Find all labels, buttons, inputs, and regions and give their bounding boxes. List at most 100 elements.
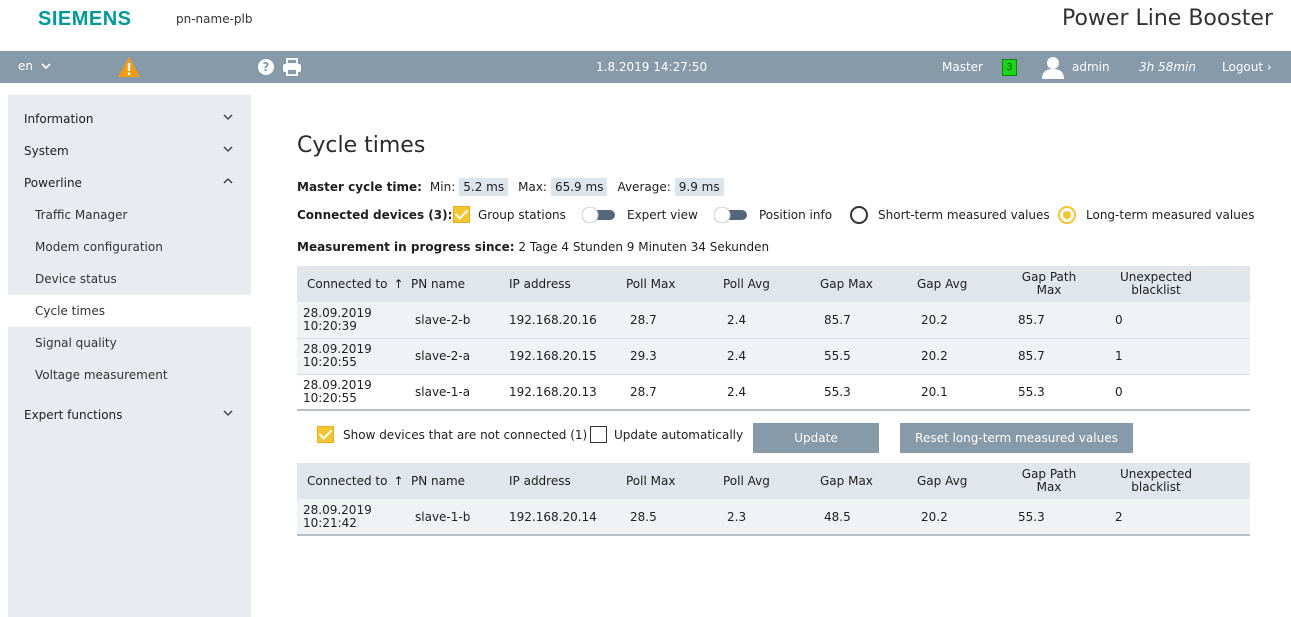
short-term-radio[interactable] [850, 206, 868, 224]
sidebar-item-label: Signal quality [35, 336, 117, 350]
position-info-label: Position info [759, 208, 833, 222]
col-gap-path-max[interactable]: Gap Path Max [1014, 266, 1111, 302]
average-value: 9.9 ms [674, 178, 724, 196]
sidebar-item-traffic-manager[interactable]: Traffic Manager [8, 199, 251, 231]
update-automatically-checkbox[interactable] [590, 426, 607, 443]
user-icon [1040, 55, 1066, 79]
col-gap-avg[interactable]: Gap Avg [917, 266, 1014, 302]
printer-icon[interactable] [282, 58, 302, 76]
sidebar-item-label: Modem configuration [35, 240, 163, 254]
col-connected-to[interactable]: Connected to ↑ [297, 266, 411, 302]
sidebar-item-voltage-measurement[interactable]: Voltage measurement [8, 359, 251, 391]
master-badge: 3 [1002, 59, 1017, 76]
sidebar-item-device-status[interactable]: Device status [8, 263, 251, 295]
col-unexpected-blacklist[interactable]: Unexpected blacklist [1111, 463, 1250, 499]
sidebar-item-label: Voltage measurement [35, 368, 168, 382]
sidebar-item-cycle-times[interactable]: Cycle times [8, 295, 251, 327]
long-term-label: Long-term measured values [1086, 208, 1255, 222]
nav-bar: en ? 1.8.2019 14:27:50 Master 3 admin 3h… [0, 51, 1291, 83]
col-unexpected-blacklist[interactable]: Unexpected blacklist [1111, 266, 1250, 302]
disconnected-devices-table: Connected to ↑ PN name IP address Poll Ma… [297, 463, 1250, 536]
sort-arrow-icon: ↑ [393, 474, 404, 488]
sidebar-item-modem-configuration[interactable]: Modem configuration [8, 231, 251, 263]
progress-value: 2 Tage 4 Stunden 9 Minuten 34 Sekunden [518, 240, 770, 254]
col-gap-max[interactable]: Gap Max [820, 463, 917, 499]
table-row[interactable]: 28.09.2019 10:20:55 slave-1-a 192.168.20.… [297, 374, 1250, 411]
sidebar: Information System Powerline Traffic Man… [8, 95, 251, 617]
expert-view-toggle[interactable] [582, 207, 615, 223]
table-header-row: Connected to ↑ PN name IP address Poll Ma… [297, 463, 1250, 499]
sidebar-item-system[interactable]: System [8, 135, 251, 167]
sort-arrow-icon: ↑ [393, 277, 404, 291]
device-name: pn-name-plb [176, 12, 253, 26]
chevron-down-icon [223, 114, 233, 120]
col-poll-avg[interactable]: Poll Avg [723, 463, 820, 499]
sidebar-item-powerline[interactable]: Powerline [8, 167, 251, 199]
current-datetime: 1.8.2019 14:27:50 [596, 60, 708, 74]
col-poll-max[interactable]: Poll Max [626, 463, 723, 499]
sidebar-item-label: Cycle times [35, 304, 105, 318]
table-row[interactable]: 28.09.2019 10:20:55 slave-2-a 192.168.20.… [297, 338, 1250, 375]
min-value: 5.2 ms [459, 178, 509, 196]
chevron-up-icon [223, 178, 233, 184]
sidebar-item-expert-functions[interactable]: Expert functions [8, 399, 251, 431]
col-pn-name[interactable]: PN name [411, 463, 509, 499]
col-gap-avg[interactable]: Gap Avg [917, 463, 1014, 499]
table-controls: Show devices that are not connected (1) … [297, 423, 1257, 453]
long-term-radio[interactable] [1058, 206, 1076, 224]
table-header-row: Connected to ↑ PN name IP address Poll Ma… [297, 266, 1250, 302]
show-disconnected-label: Show devices that are not connected (1) [343, 428, 588, 442]
expert-view-label: Expert view [627, 208, 698, 222]
user-name: admin [1072, 60, 1110, 74]
col-ip-address[interactable]: IP address [509, 266, 626, 302]
top-header: SIEMENS pn-name-plb Power Line Booster [0, 0, 1291, 51]
col-poll-max[interactable]: Poll Max [626, 266, 723, 302]
help-icon[interactable]: ? [258, 59, 274, 75]
average-label: Average: [617, 180, 671, 194]
progress-label: Measurement in progress since: [297, 240, 515, 254]
table-row[interactable]: 28.09.2019 10:21:42 slave-1-b 192.168.20.… [297, 499, 1250, 536]
chevron-down-icon [223, 410, 233, 416]
sidebar-item-signal-quality[interactable]: Signal quality [8, 327, 251, 359]
master-cycle-label: Master cycle time: [297, 180, 422, 194]
sidebar-item-label: System [24, 144, 69, 158]
col-gap-path-max[interactable]: Gap Path Max [1014, 463, 1111, 499]
sidebar-item-information[interactable]: Information [8, 103, 251, 135]
group-stations-label: Group stations [478, 208, 566, 222]
position-info-toggle[interactable] [714, 207, 747, 223]
update-automatically-label: Update automatically [614, 428, 744, 442]
master-cycle-row: Master cycle time: Min: 5.2 ms Max: 65.9… [297, 178, 734, 196]
measurement-progress: Measurement in progress since: 2 Tage 4 … [297, 240, 769, 254]
siemens-logo: SIEMENS [38, 8, 132, 30]
min-label: Min: [429, 180, 456, 194]
col-ip-address[interactable]: IP address [509, 463, 626, 499]
language-label: en [18, 59, 33, 73]
master-label: Master [942, 60, 983, 74]
col-connected-to[interactable]: Connected to ↑ [297, 463, 411, 499]
col-poll-avg[interactable]: Poll Avg [723, 266, 820, 302]
short-term-label: Short-term measured values [878, 208, 1050, 222]
connected-devices-label: Connected devices (3): [297, 208, 453, 222]
table-row[interactable]: 28.09.2019 10:20:39 slave-2-b 192.168.20.… [297, 302, 1250, 339]
sidebar-item-label: Traffic Manager [35, 208, 128, 222]
sidebar-item-label: Device status [35, 272, 117, 286]
connected-devices-table: Connected to ↑ PN name IP address Poll Ma… [297, 266, 1250, 411]
product-title: Power Line Booster [1061, 6, 1273, 31]
sidebar-item-label: Information [24, 112, 94, 126]
max-label: Max: [518, 180, 547, 194]
show-disconnected-checkbox[interactable] [317, 426, 334, 443]
sidebar-item-label: Powerline [24, 176, 82, 190]
language-selector[interactable]: en [18, 59, 51, 73]
group-stations-checkbox[interactable] [453, 206, 470, 223]
update-button[interactable]: Update [753, 423, 879, 453]
max-value: 65.9 ms [550, 178, 608, 196]
session-time: 3h 58min [1139, 60, 1196, 74]
reset-long-term-button[interactable]: Reset long-term measured values [900, 423, 1133, 453]
col-pn-name[interactable]: PN name [411, 266, 509, 302]
page-title: Cycle times [297, 133, 426, 158]
warning-icon[interactable] [117, 56, 141, 78]
sidebar-item-label: Expert functions [24, 408, 123, 422]
col-gap-max[interactable]: Gap Max [820, 266, 917, 302]
logout-link[interactable]: Logout › [1222, 60, 1272, 74]
chevron-down-icon [41, 63, 51, 70]
